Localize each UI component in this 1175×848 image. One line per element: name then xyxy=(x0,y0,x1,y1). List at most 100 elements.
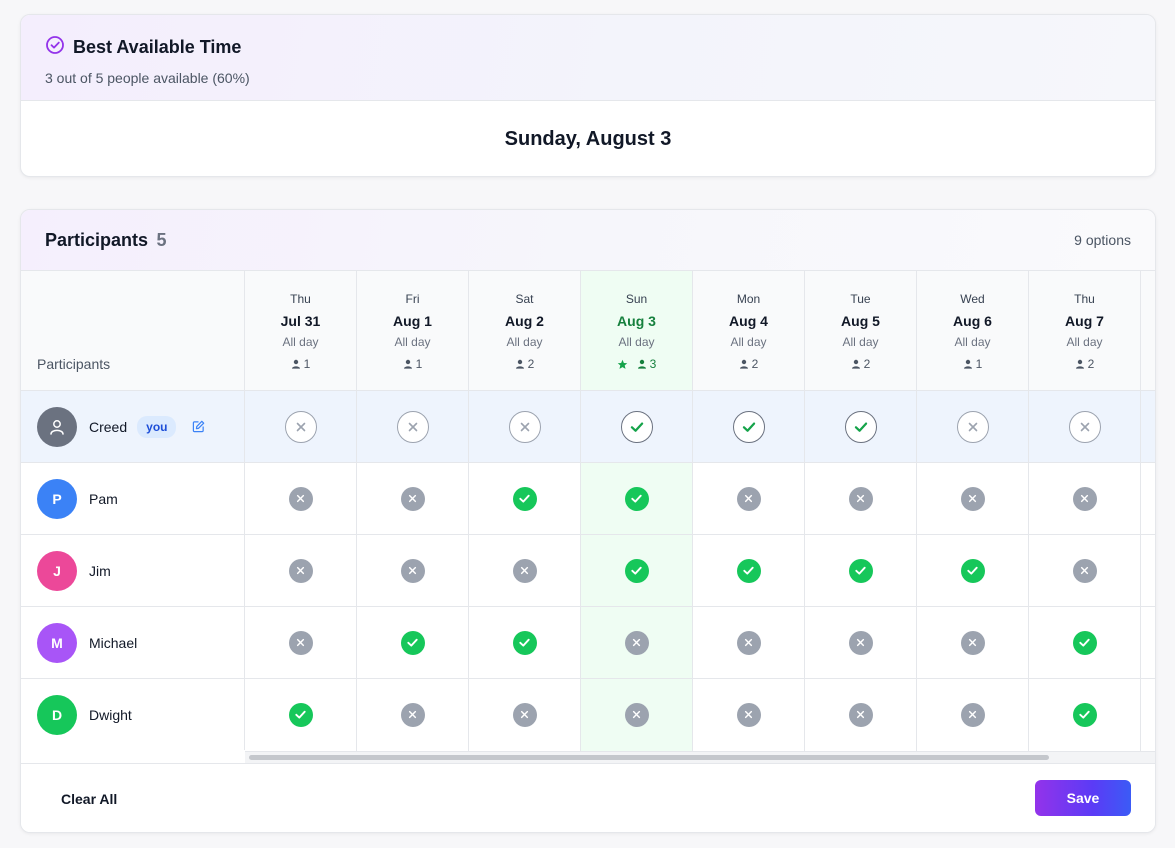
available-toggle[interactable] xyxy=(732,410,765,443)
availability-cell[interactable] xyxy=(581,391,692,463)
participants-footer: Clear All Save xyxy=(21,763,1155,832)
x-icon xyxy=(294,492,307,505)
availability-cell xyxy=(581,463,692,535)
available-count-value: 2 xyxy=(1087,357,1095,371)
available-toggle[interactable] xyxy=(620,410,653,443)
available-count-value: 1 xyxy=(303,357,311,371)
availability-cell xyxy=(357,679,468,750)
available-toggle[interactable] xyxy=(844,410,877,443)
day-column: Wed Aug 6 All day 1 xyxy=(917,271,1029,751)
day-column: Mon Aug 4 All day 2 xyxy=(693,271,805,751)
unavailable-toggle[interactable] xyxy=(284,410,317,443)
best-time-date: Sunday, August 3 xyxy=(504,127,672,150)
check-icon xyxy=(629,491,644,506)
availability-grid: Participants Creed you P Pam J Jim M Michael D Dw… xyxy=(21,271,1155,763)
unavailable-toggle[interactable] xyxy=(1068,410,1101,443)
day-date: Aug 5 xyxy=(841,313,880,329)
available-count: 2 xyxy=(1075,357,1095,371)
clear-all-button[interactable]: Clear All xyxy=(45,781,133,817)
avatar-initial: M xyxy=(51,634,63,651)
check-icon xyxy=(628,418,646,436)
avatar-initial: D xyxy=(51,706,63,723)
x-icon xyxy=(406,564,419,577)
x-icon xyxy=(630,636,643,649)
check-icon xyxy=(852,418,870,436)
all-day-label: All day xyxy=(282,335,319,349)
available-mark xyxy=(736,558,761,583)
available-count-value: 2 xyxy=(751,357,759,371)
unavailable-toggle[interactable] xyxy=(396,410,429,443)
day-of-week: Mon xyxy=(736,292,761,306)
available-mark xyxy=(1072,630,1097,655)
x-icon xyxy=(854,708,867,721)
unavailable-mark xyxy=(736,630,761,655)
scrollbar-thumb[interactable] xyxy=(249,755,1049,760)
availability-cell xyxy=(805,679,916,750)
save-button[interactable]: Save xyxy=(1035,780,1131,816)
available-count-value: 1 xyxy=(415,357,423,371)
unavailable-mark xyxy=(848,486,873,511)
unavailable-mark xyxy=(848,630,873,655)
day-header: Sun Aug 3 All day 3 xyxy=(581,271,692,391)
unavailable-mark xyxy=(400,558,425,583)
all-day-label: All day xyxy=(954,335,991,349)
availability-cell xyxy=(805,463,916,535)
x-icon xyxy=(854,636,867,649)
availability-cell[interactable] xyxy=(469,391,580,463)
available-mark xyxy=(512,486,537,511)
day-of-week: Thu xyxy=(1074,292,1095,306)
available-count: 2 xyxy=(851,357,870,371)
x-icon xyxy=(405,419,421,435)
x-icon xyxy=(742,708,755,721)
day-date: Aug 4 xyxy=(729,313,768,329)
availability-cell[interactable] xyxy=(805,391,916,463)
avatar-initial: J xyxy=(53,562,61,579)
availability-cell[interactable] xyxy=(1141,391,1155,463)
horizontal-scrollbar[interactable] xyxy=(245,751,1155,763)
availability-cell[interactable] xyxy=(693,391,804,463)
participant-name: Jim xyxy=(89,562,111,579)
availability-cell xyxy=(693,463,804,535)
participant-row: Creed you xyxy=(21,391,244,463)
you-badge: you xyxy=(137,415,177,438)
participant-row: J Jim xyxy=(21,535,244,607)
availability-cell xyxy=(1141,607,1155,679)
best-time-title: Best Available Time xyxy=(73,37,242,57)
unavailable-toggle[interactable] xyxy=(508,410,541,443)
availability-cell[interactable] xyxy=(245,391,356,463)
availability-cell xyxy=(581,607,692,679)
unavailable-mark xyxy=(288,486,313,511)
available-count: 2 xyxy=(515,357,534,371)
x-icon xyxy=(294,564,307,577)
person-icon xyxy=(851,359,861,369)
day-header: Tue Aug 5 All day 2 xyxy=(805,271,916,391)
participants-count: 5 xyxy=(156,229,167,250)
star-icon xyxy=(617,359,628,370)
participants-title: Participants xyxy=(45,229,149,250)
availability-cell xyxy=(917,535,1028,607)
availability-cell[interactable] xyxy=(1029,391,1140,463)
x-icon xyxy=(1078,564,1091,577)
edit-icon[interactable] xyxy=(192,420,205,433)
availability-cell xyxy=(357,463,468,535)
day-of-week: Sun xyxy=(625,292,648,306)
all-day-label: All day xyxy=(394,335,431,349)
x-icon xyxy=(294,636,307,649)
unavailable-toggle[interactable] xyxy=(956,410,989,443)
day-column: Sun Aug 3 All day 3 xyxy=(581,271,693,751)
unavailable-mark xyxy=(960,630,985,655)
availability-cell xyxy=(1141,679,1155,750)
all-day-label: All day xyxy=(506,335,543,349)
unavailable-mark xyxy=(400,486,425,511)
person-icon xyxy=(515,359,525,369)
availability-cell[interactable] xyxy=(917,391,1028,463)
avatar xyxy=(37,406,77,447)
availability-cell xyxy=(1141,535,1155,607)
availability-cell xyxy=(245,463,356,535)
participants-column-label: Participants xyxy=(37,356,111,372)
availability-cell xyxy=(1029,463,1140,535)
availability-cell[interactable] xyxy=(357,391,468,463)
x-icon xyxy=(854,492,867,505)
x-icon xyxy=(1078,492,1091,505)
best-time-card: Best Available Time 3 out of 5 people av… xyxy=(20,14,1156,177)
